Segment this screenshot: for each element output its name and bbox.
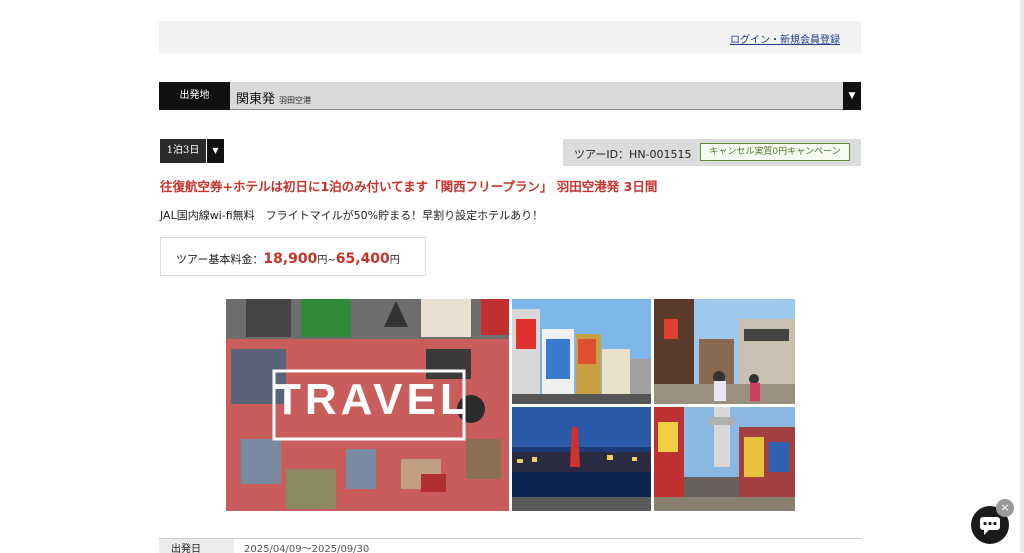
price-label: ツアー基本料金： — [176, 253, 264, 266]
gallery-main-image[interactable]: TRAVEL — [226, 299, 509, 511]
price-separator: 円~ — [317, 255, 336, 266]
caret-down-icon[interactable]: ▼ — [207, 139, 224, 163]
caret-down-icon[interactable]: ▼ — [843, 82, 861, 110]
tour-id: ツアーID：HN-001515 — [574, 148, 692, 161]
login-register-link[interactable]: ログイン・新規会員登録 — [730, 31, 840, 46]
gallery-image-kobe-night[interactable] — [512, 407, 651, 511]
photo-gallery: TRAVEL — [226, 299, 795, 511]
gallery-image-street[interactable] — [654, 299, 795, 404]
scrollbar-track[interactable] — [1020, 0, 1024, 552]
price-min: 18,900 — [263, 251, 318, 267]
departure-date-value: 2025/04/09～2025/09/30 — [244, 544, 370, 553]
gallery-image-tsutenkaku[interactable] — [654, 407, 795, 511]
departure-date-label: 出発日 — [159, 539, 234, 553]
origin-value: 関東発 羽田空港 — [236, 92, 312, 107]
price-box: ツアー基本料金：18,900円~65,400円 — [160, 237, 426, 276]
top-bar: ログイン・新規会員登録 — [159, 21, 861, 53]
tour-description: JAL国内線wi-fi無料 フライトマイルが50%貯まる！早割り設定ホテルあり！ — [160, 209, 544, 222]
origin-selector[interactable]: 出発地 関東発 羽田空港 ▼ — [159, 82, 861, 110]
campaign-badge[interactable]: キャンセル実質0円キャンペーン — [700, 143, 850, 161]
travel-text: TRAVEL — [274, 375, 471, 424]
price-unit: 円 — [389, 255, 400, 266]
origin-dropdown[interactable]: 関東発 羽田空港 — [230, 82, 843, 110]
close-icon[interactable]: × — [996, 499, 1014, 517]
gallery-image-dotonbori[interactable] — [512, 299, 651, 404]
schedule-table: 出発日 2025/04/09～2025/09/30 — [159, 538, 861, 553]
tour-title: 往復航空券+ホテルは初日に1泊のみ付いてます「関西フリープラン」 羽田空港発 3… — [160, 179, 658, 194]
origin-airport: 羽田空港 — [279, 96, 312, 105]
price-max: 65,400 — [335, 251, 390, 267]
origin-label: 出発地 — [159, 82, 230, 110]
duration-selector[interactable]: 1泊3日 ▼ — [160, 139, 224, 163]
duration-value[interactable]: 1泊3日 — [160, 139, 206, 163]
tour-id-box: ツアーID：HN-001515 キャンセル実質0円キャンペーン — [563, 139, 861, 166]
